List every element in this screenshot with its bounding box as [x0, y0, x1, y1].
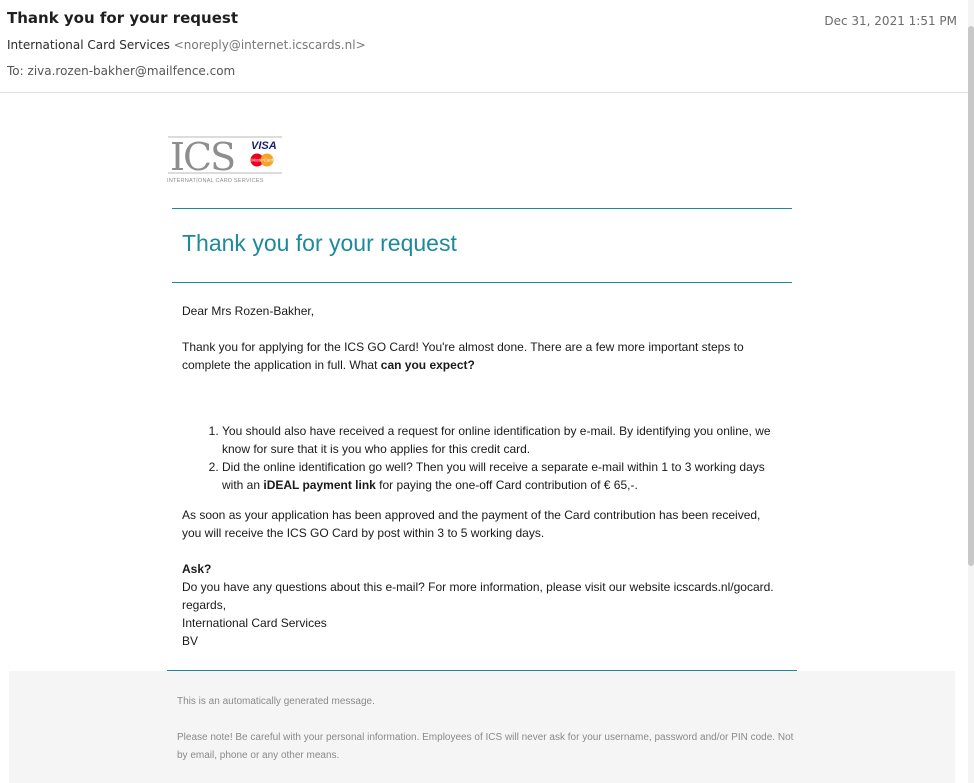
recipient-address[interactable]: ziva.rozen-bakher@mailfence.com — [28, 64, 236, 78]
email-footer: This is an automatically generated messa… — [9, 671, 955, 783]
regards: regards, — [182, 598, 227, 612]
ics-logo: ICS VISA MasterCard INTERNATIONAL CARD S… — [167, 135, 282, 184]
footer-text: This is an automatically generated messa… — [177, 693, 797, 765]
mail-header: Thank you for your request Dec 31, 2021 … — [0, 0, 968, 93]
divider-footer — [167, 670, 797, 671]
email-date: Dec 31, 2021 1:51 PM — [824, 14, 957, 28]
steps-list: You should also have received a request … — [182, 422, 782, 494]
sender-name[interactable]: International Card Services — [7, 38, 170, 52]
list-item: Did the online identification go well? T… — [222, 458, 782, 494]
recipient-line: To: ziva.rozen-bakher@mailfence.com — [7, 64, 235, 78]
auto-message: This is an automatically generated messa… — [177, 696, 375, 707]
security-warning: Please note! Be careful with your person… — [177, 732, 794, 761]
logo-letters: ICS — [170, 135, 234, 179]
mastercard-logo: MasterCard — [250, 153, 274, 167]
signature-suffix: BV — [182, 634, 199, 648]
scrollbar-track[interactable] — [968, 0, 974, 783]
sender-line: International Card Services <noreply@int… — [7, 38, 366, 52]
divider-top — [172, 208, 792, 209]
intro-paragraph: Thank you for applying for the ICS GO Ca… — [182, 340, 744, 372]
logo-tagline: INTERNATIONAL CARD SERVICES — [167, 178, 264, 184]
ask-text: Do you have any questions about this e-m… — [182, 580, 774, 594]
email-viewer: Thank you for your request Dec 31, 2021 … — [0, 0, 974, 783]
signature-company: International Card Services — [182, 616, 327, 630]
intro-emphasis: can you expect? — [380, 358, 475, 372]
recipient-label: To: — [7, 64, 24, 78]
scrollbar-thumb[interactable] — [968, 26, 974, 566]
ask-heading: Ask? — [182, 562, 212, 576]
email-subject: Thank you for your request — [7, 9, 238, 27]
ideal-link-emphasis: iDEAL payment link — [263, 478, 376, 492]
sender-address[interactable]: <noreply@internet.icscards.nl> — [174, 38, 366, 52]
email-content: Dear Mrs Rozen-Bakher, Thank you for app… — [182, 302, 782, 650]
list-item: You should also have received a request … — [222, 422, 782, 458]
divider-below-headline — [172, 282, 792, 283]
svg-text:MasterCard: MasterCard — [251, 158, 274, 163]
greeting: Dear Mrs Rozen-Bakher, — [182, 304, 315, 318]
visa-logo: VISA — [251, 140, 277, 152]
email-headline: Thank you for your request — [182, 230, 457, 256]
approval-paragraph: As soon as your application has been app… — [182, 508, 761, 540]
